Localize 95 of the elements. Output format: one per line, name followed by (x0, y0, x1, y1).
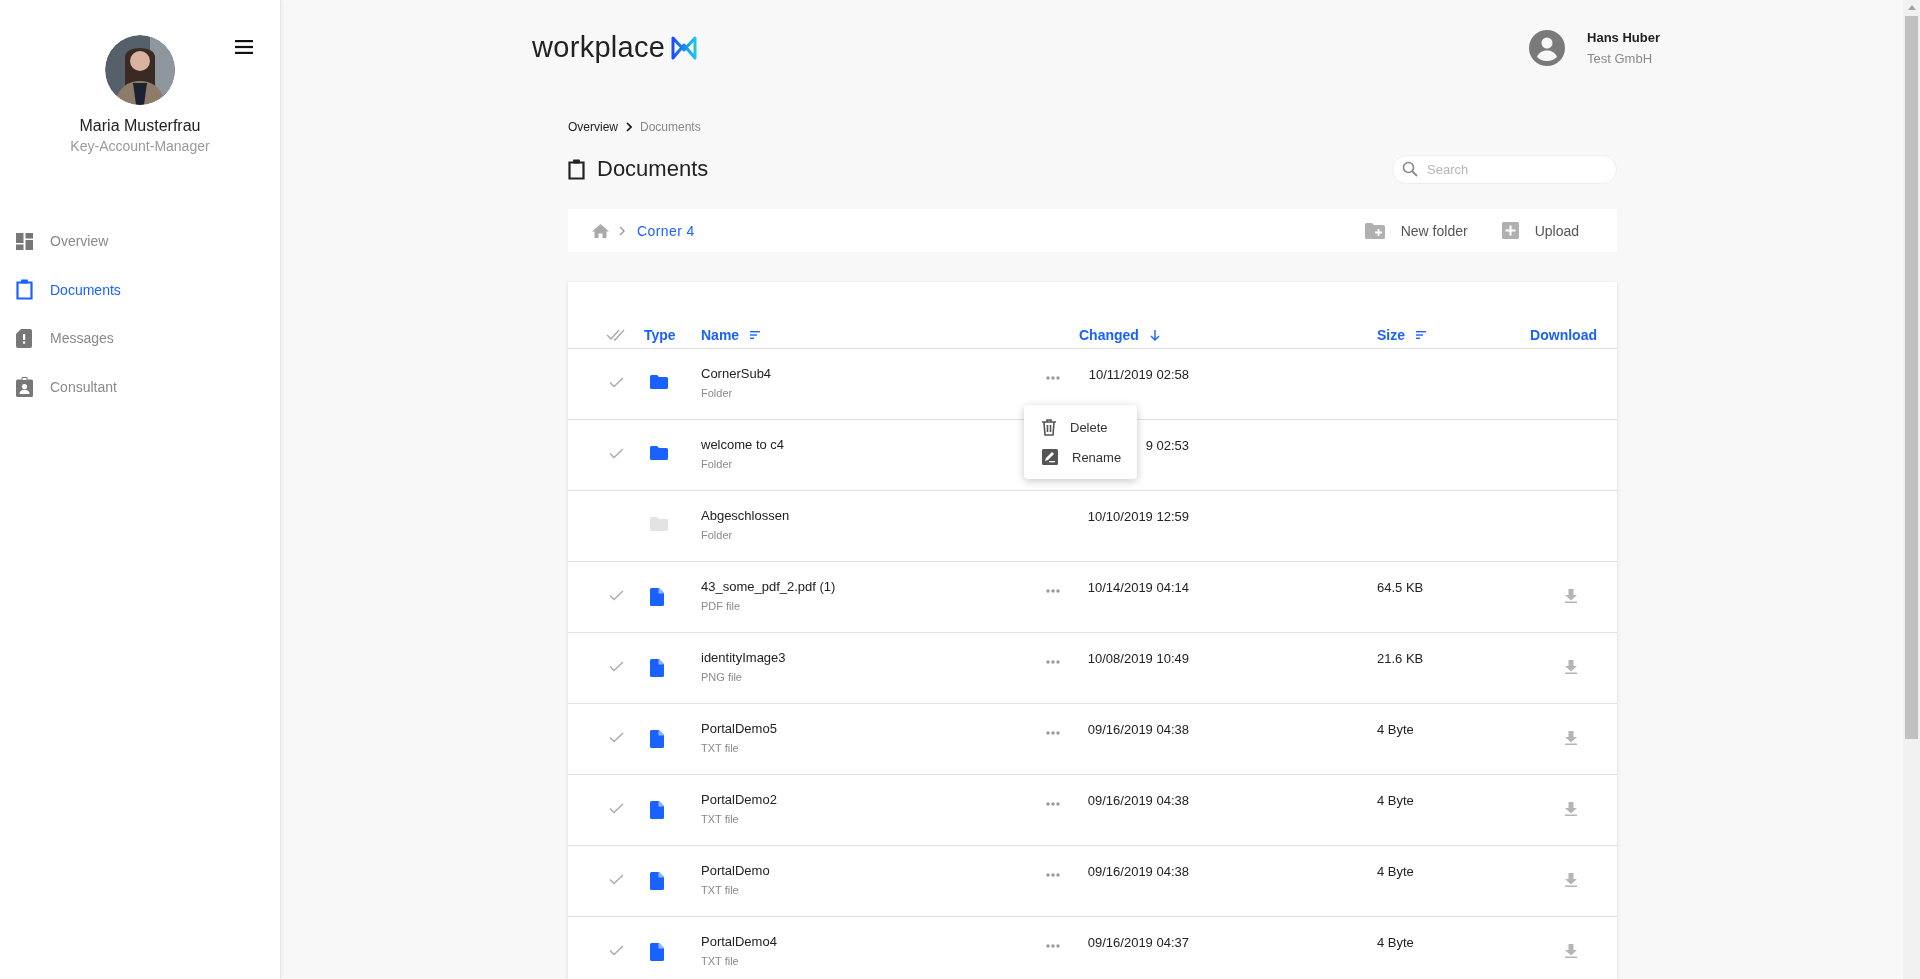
scroll-up-icon[interactable] (1907, 5, 1916, 10)
file-type: TXT file (701, 742, 740, 754)
nav-item[interactable]: Overview (0, 217, 280, 266)
clipboard-icon (568, 158, 585, 180)
download-icon[interactable] (1565, 660, 1577, 674)
nav-item[interactable]: Documents (0, 265, 280, 314)
file-type: Folder (701, 529, 734, 541)
more-icon[interactable] (1046, 873, 1060, 877)
more-icon[interactable] (1046, 660, 1060, 664)
logo-mark (671, 35, 698, 60)
nav-item[interactable]: Consultant (0, 362, 280, 411)
check-icon[interactable] (608, 377, 624, 388)
more-icon[interactable] (1046, 731, 1060, 735)
nav-item[interactable]: Messages (0, 314, 280, 363)
logo-text: workplace (532, 31, 666, 64)
download-icon[interactable] (1565, 589, 1577, 603)
edit-icon (1042, 449, 1058, 465)
file-type: PDF file (701, 600, 742, 612)
changed-date: 10/14/2019 04:14 (1086, 580, 1189, 595)
file-name[interactable]: 43_some_pdf_2.pdf (1) (701, 579, 1079, 594)
check-icon[interactable] (608, 732, 624, 743)
file-name[interactable]: PortalDemo2 (701, 792, 1079, 807)
menu-item[interactable]: Delete (1024, 412, 1137, 442)
menu-item[interactable]: Rename (1024, 442, 1137, 472)
file-type: Folder (701, 387, 734, 399)
clipboard-icon (16, 279, 33, 301)
download-icon[interactable] (1565, 731, 1577, 745)
download-icon[interactable] (1565, 802, 1577, 816)
file-size: 21.6 KB (1377, 651, 1425, 666)
account-company: Test GmbH (1587, 50, 1654, 66)
trash-icon (1042, 418, 1056, 436)
folder-link[interactable]: Corner 4 (637, 222, 695, 239)
user-role: Key-Account-Manager (70, 138, 210, 154)
more-icon[interactable] (1046, 376, 1060, 380)
download-icon[interactable] (1565, 944, 1577, 958)
sort-icon[interactable] (750, 331, 761, 339)
changed-date: 10/11/2019 02:58 (1087, 367, 1189, 382)
message-icon (16, 328, 32, 348)
dashboard-icon (16, 232, 33, 250)
download-icon[interactable] (1565, 873, 1577, 887)
more-icon[interactable] (1046, 944, 1060, 948)
sort-icon[interactable] (1416, 331, 1426, 339)
changed-date: 10/10/2019 12:59 (1086, 509, 1189, 524)
file-name[interactable]: PortalDemo5 (701, 721, 1079, 736)
home-icon[interactable] (592, 223, 609, 238)
check-icon[interactable] (608, 803, 624, 814)
changed-date: 09/16/2019 04:37 (1086, 935, 1189, 950)
file-name[interactable]: PortalDemo (701, 863, 1079, 878)
user-name: Maria Musterfrau (79, 117, 201, 135)
check-icon[interactable] (608, 590, 624, 601)
file-size: 4 Byte (1377, 935, 1415, 950)
changed-date: 09/16/2019 04:38 (1086, 793, 1189, 808)
breadcrumb-link[interactable]: Overview (568, 120, 618, 134)
column-label[interactable]: Name (701, 327, 740, 343)
changed-date: 09/16/2019 04:38 (1086, 864, 1189, 879)
file-type: TXT file (701, 813, 740, 825)
file-type: TXT file (701, 884, 740, 896)
changed-date: 09/16/2019 04:38 (1086, 722, 1189, 737)
account-name: Hans Huber (1587, 29, 1660, 45)
check-icon[interactable] (608, 448, 624, 459)
column-header[interactable]: Download (1530, 327, 1617, 343)
menu-icon[interactable] (235, 40, 253, 54)
select-all-icon[interactable] (606, 329, 626, 341)
column-header[interactable]: Type (644, 327, 701, 343)
chevron-right-icon (619, 225, 625, 236)
more-icon[interactable] (1046, 802, 1060, 806)
file-name[interactable]: PortalDemo4 (701, 934, 1079, 949)
file-name[interactable]: identityImage3 (701, 650, 1079, 665)
arrow-down-icon[interactable] (1149, 329, 1160, 341)
file-size: 64.5 KB (1377, 580, 1425, 595)
changed-date: 10/08/2019 10:49 (1086, 651, 1189, 666)
file-type: TXT file (701, 955, 740, 967)
check-icon[interactable] (608, 945, 624, 956)
new-folder-button[interactable]: New folder (1364, 222, 1468, 239)
plus-box-icon (1501, 222, 1519, 239)
more-icon[interactable] (1046, 589, 1060, 593)
file-size: 4 Byte (1377, 722, 1415, 737)
check-icon[interactable] (608, 661, 624, 672)
file-type: PNG file (701, 671, 743, 683)
chevron-right-icon (626, 122, 632, 132)
file-size: 4 Byte (1377, 793, 1415, 808)
column-label[interactable]: Size (1377, 327, 1405, 343)
file-name[interactable]: CornerSub4 (701, 366, 1079, 381)
file-type: Folder (701, 458, 734, 470)
upload-button[interactable]: Upload (1501, 222, 1579, 239)
check-icon[interactable] (608, 874, 624, 885)
file-size: 4 Byte (1377, 864, 1415, 879)
search-field[interactable]: Search (1392, 154, 1617, 184)
changed-date: 9 02:53 (1144, 438, 1189, 453)
column-label[interactable]: Changed (1079, 327, 1139, 343)
folder-plus-icon (1364, 222, 1385, 239)
search-icon (1402, 160, 1418, 177)
id-badge-icon (16, 376, 33, 397)
account-icon[interactable] (1529, 29, 1566, 66)
page-title: Documents (597, 156, 709, 182)
